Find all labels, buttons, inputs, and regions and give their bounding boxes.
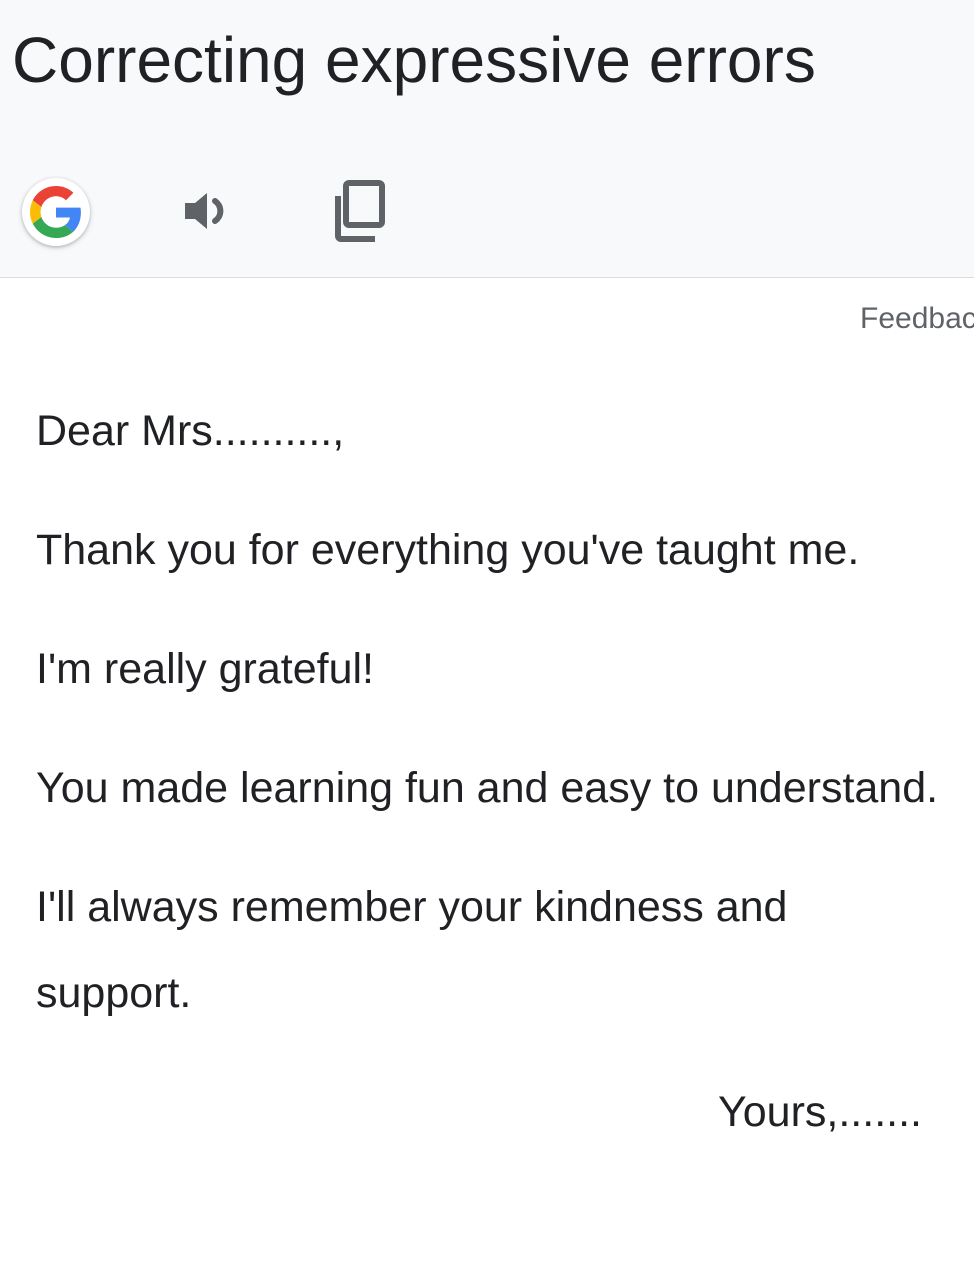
result-content: Feedback Dear Mrs.........., Thank you f… (0, 278, 974, 1278)
google-search-button[interactable] (22, 178, 90, 246)
page-title: Correcting expressive errors (12, 24, 816, 96)
listen-button[interactable] (172, 176, 242, 246)
copy-button[interactable] (325, 176, 395, 246)
letter-salutation: Dear Mrs.........., (36, 407, 345, 455)
google-g-icon (30, 186, 81, 238)
letter-paragraph: I'll always remember your kindness and s… (36, 883, 788, 1017)
letter-text: Dear Mrs.........., Thank you for everyt… (36, 388, 946, 1188)
result-header: Correcting expressive errors (0, 0, 974, 278)
copy-icon (335, 180, 385, 242)
speaker-icon (185, 193, 224, 229)
feedback-link[interactable]: Feedback (860, 302, 974, 336)
letter-paragraph: I'm really grateful! (36, 645, 374, 693)
action-toolbar (0, 172, 974, 256)
letter-signoff: Yours,....... (718, 1088, 922, 1136)
letter-paragraph: You made learning fun and easy to unders… (36, 764, 939, 812)
letter-paragraph: Thank you for everything you've taught m… (36, 526, 860, 574)
